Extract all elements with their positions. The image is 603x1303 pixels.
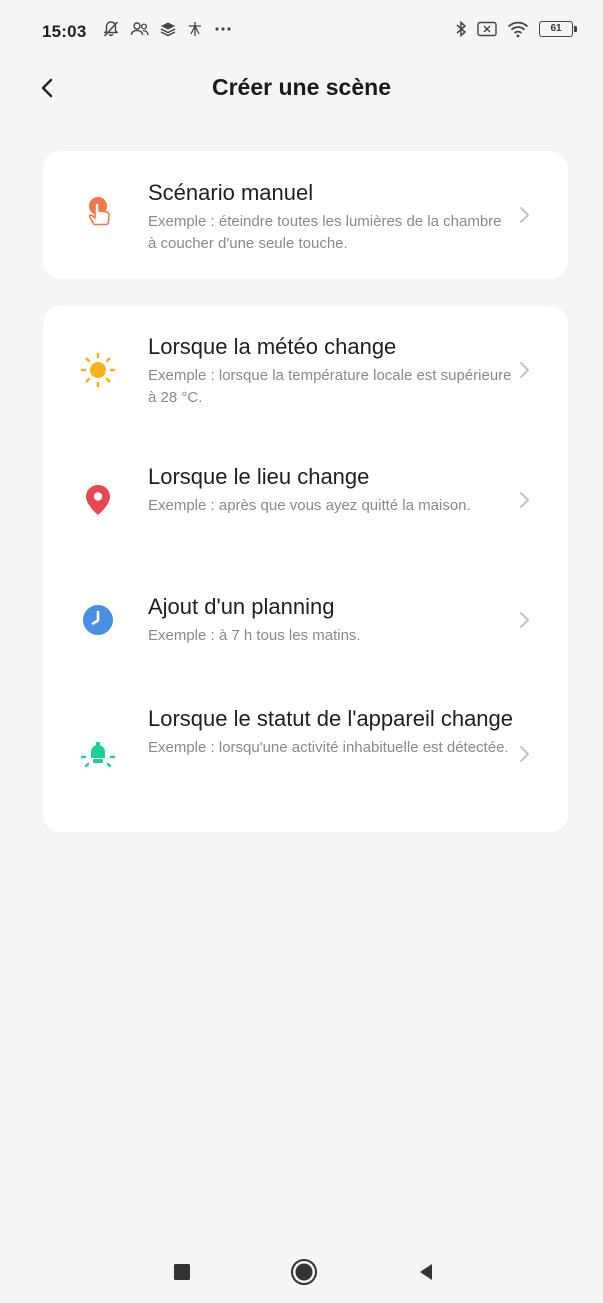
item-description: Exemple : lorsqu'une activité inhabituel…	[148, 739, 509, 756]
item-text: Ajout d'un planning Exemple : à 7 h tous…	[148, 592, 513, 647]
bluetooth-icon	[455, 20, 467, 38]
hand-tap-icon	[79, 193, 117, 231]
status-time: 15:03	[42, 22, 87, 41]
more-dots-icon	[214, 26, 232, 32]
sun-icon	[79, 351, 117, 389]
item-description: Exemple : après que vous ayez quitté la …	[148, 497, 471, 514]
sparkle-icon	[186, 20, 204, 38]
page-title: Créer une scène	[212, 74, 391, 100]
bell-muted-icon	[102, 20, 120, 38]
item-text: Lorsque le statut de l'appareil change E…	[148, 704, 513, 759]
chevron-right-icon	[518, 744, 532, 764]
list-item-location[interactable]: Lorsque le lieu change Exemple : après q…	[43, 436, 568, 566]
header: Créer une scène	[0, 64, 603, 112]
recent-apps-button[interactable]	[168, 1258, 196, 1286]
back-triangle-icon	[412, 1264, 440, 1290]
item-description: Exemple : lorsque la température locale …	[148, 367, 512, 406]
list-item-scenario-manuel[interactable]: Scénario manuel Exemple : éteindre toute…	[43, 151, 568, 279]
sim-card-icon	[477, 21, 497, 37]
item-text: Lorsque le lieu change Exemple : après q…	[148, 462, 513, 517]
device-bulb-icon	[79, 735, 117, 773]
item-title: Lorsque le statut de l'appareil change	[148, 706, 514, 731]
home-icon	[290, 1259, 318, 1290]
item-text: Scénario manuel Exemple : éteindre toute…	[148, 178, 513, 255]
clock-icon	[79, 601, 117, 639]
item-description: Exemple : à 7 h tous les matins.	[148, 627, 361, 644]
status-left-icons	[102, 20, 232, 38]
chevron-right-icon	[518, 205, 532, 225]
list-item-device-status[interactable]: Lorsque le statut de l'appareil change E…	[43, 678, 568, 832]
card-triggers: Lorsque la météo change Exemple : lorsqu…	[43, 306, 568, 832]
people-icon	[130, 20, 150, 38]
recent-apps-icon	[168, 1264, 196, 1290]
item-title: Lorsque le lieu change	[148, 464, 370, 489]
item-title: Ajout d'un planning	[148, 594, 335, 619]
list-item-schedule[interactable]: Ajout d'un planning Exemple : à 7 h tous…	[43, 566, 568, 678]
item-title: Lorsque la météo change	[148, 334, 397, 359]
chevron-right-icon	[518, 360, 532, 380]
system-back-button[interactable]	[412, 1258, 440, 1286]
item-text: Lorsque la météo change Exemple : lorsqu…	[148, 332, 513, 409]
layers-icon	[160, 21, 176, 37]
item-description: Exemple : éteindre toutes les lumières d…	[148, 213, 502, 252]
location-pin-icon	[79, 481, 117, 519]
system-nav-bar	[0, 1240, 603, 1303]
item-title: Scénario manuel	[148, 180, 314, 205]
battery-indicator: 61	[539, 21, 577, 37]
wifi-icon	[507, 20, 529, 38]
home-button[interactable]	[290, 1258, 318, 1286]
list-item-weather[interactable]: Lorsque la météo change Exemple : lorsqu…	[43, 306, 568, 436]
card-manual: Scénario manuel Exemple : éteindre toute…	[43, 151, 568, 279]
status-bar: 15:03 61	[0, 0, 603, 64]
chevron-right-icon	[518, 490, 532, 510]
status-right-icons: 61	[455, 20, 577, 38]
chevron-right-icon	[518, 610, 532, 630]
